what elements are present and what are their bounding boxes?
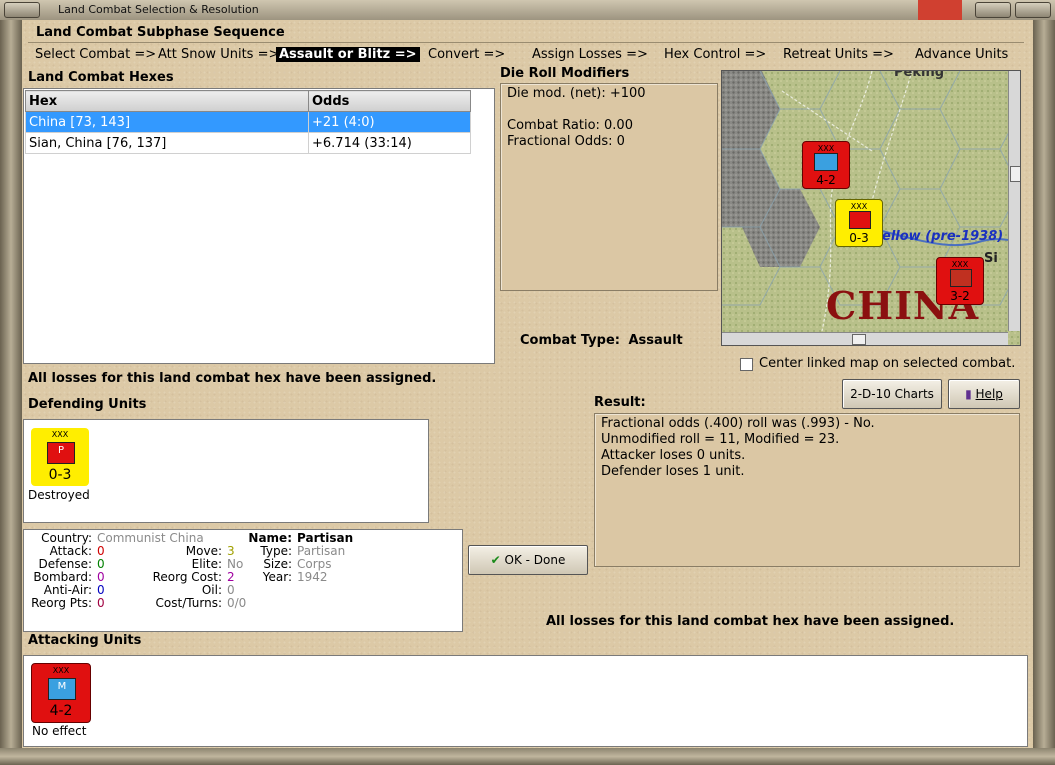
hexes-table: Hex Odds China [73, 143] +21 (4:0) Sian,…: [25, 90, 471, 154]
unit-strength: 4-2: [816, 173, 836, 187]
title-bar[interactable]: Land Combat Selection & Resolution: [0, 0, 1055, 21]
phase-step-convert: Convert =>: [428, 47, 506, 62]
modifiers-heading: Die Roll Modifiers: [500, 66, 630, 81]
checkmark-icon: ✔: [490, 553, 501, 567]
modifier-fractional: Fractional Odds: 0: [507, 134, 625, 149]
cost-turns-value: 0/0: [227, 596, 247, 610]
odds-cell: +6.714 (33:14): [308, 132, 471, 154]
attacking-units-panel: [23, 655, 1028, 747]
linked-map[interactable]: Peking ellow (pre-1938) Si CHINA XXX 4-2…: [721, 70, 1021, 346]
unit-size: XXX: [817, 144, 835, 153]
odds-cell: +21 (4:0): [308, 111, 471, 133]
details-labels-col3: Name: Type: Size: Year:: [240, 532, 292, 584]
river-label: ellow (pre-1938): [882, 229, 1004, 244]
reorg-pts-label: Reorg Pts:: [31, 596, 92, 610]
modifier-ratio: Combat Ratio: 0.00: [507, 118, 633, 133]
defending-unit-counter[interactable]: XXX P 0-3: [31, 428, 89, 486]
phase-step-assign-losses: Assign Losses =>: [532, 47, 648, 62]
unit-type-icon: [950, 269, 972, 287]
combat-type: Combat Type: Assault: [520, 333, 683, 348]
map-city-partial-top: Peking: [894, 70, 945, 80]
defending-heading: Defending Units: [28, 397, 147, 412]
window-frame-right: [1033, 20, 1055, 765]
window-title: Land Combat Selection & Resolution: [58, 3, 259, 16]
help-button-label: Help: [975, 387, 1003, 401]
phase-step-select-combat: Select Combat =>: [35, 47, 157, 62]
center-map-label: Center linked map on selected combat.: [759, 356, 1016, 371]
phase-heading: Land Combat Subphase Sequence: [36, 25, 285, 40]
details-labels-col2: Move: Elite: Reorg Cost: Oil: Cost/Turns…: [140, 545, 222, 610]
hex-cell: Sian, China [76, 137]: [25, 132, 309, 154]
unit-type-icon: [814, 153, 838, 171]
modifiers-text: Die mod. (net): +100 Combat Ratio: 0.00 …: [507, 86, 646, 150]
result-heading: Result:: [594, 395, 646, 410]
combat-type-label: Combat Type:: [520, 333, 620, 348]
unit-size: XXX: [850, 202, 868, 211]
close-button[interactable]: [1015, 2, 1051, 18]
bottom-status-message: All losses for this land combat hex have…: [546, 614, 955, 629]
map-city-partial: Si: [984, 251, 998, 266]
losses-status-message: All losses for this land combat hex have…: [28, 371, 437, 386]
unit-size: XXX: [51, 430, 69, 439]
map-horizontal-scrollbar[interactable]: [722, 332, 1008, 345]
phase-step-hex-control: Hex Control =>: [664, 47, 767, 62]
attacking-heading: Attacking Units: [28, 633, 142, 648]
system-menu-button[interactable]: [4, 2, 40, 18]
window-frame-bottom: [0, 748, 1055, 765]
vertical-scroll-thumb[interactable]: [1010, 166, 1020, 182]
combat-type-value: Assault: [628, 333, 683, 348]
cost-turns-label: Cost/Turns:: [155, 596, 222, 610]
unit-type-icon: [849, 211, 871, 229]
ok-done-label: OK - Done: [504, 553, 566, 567]
hexes-heading: Land Combat Hexes: [28, 70, 174, 85]
phase-step-att-snow: Att Snow Units =>: [158, 47, 280, 62]
flag-icon: [918, 0, 962, 20]
result-line: Unmodified roll = 11, Modified = 23.: [601, 432, 840, 447]
phase-step-assault-active: Assault or Blitz =>: [276, 47, 420, 62]
map-vertical-scrollbar[interactable]: [1008, 71, 1020, 331]
unit-strength: 0-3: [48, 467, 72, 483]
unit-strength: 0-3: [849, 231, 869, 245]
unit-type-icon: P: [47, 442, 75, 464]
phase-step-advance: Advance Units: [915, 47, 1009, 62]
horizontal-scroll-thumb[interactable]: [852, 334, 866, 345]
column-header-odds[interactable]: Odds: [308, 90, 471, 112]
ok-done-button[interactable]: ✔ OK - Done: [468, 545, 588, 575]
result-line: Defender loses 1 unit.: [601, 464, 745, 479]
unit-size: XXX: [951, 260, 969, 269]
attacking-unit-status: No effect: [32, 724, 87, 738]
column-header-hex[interactable]: Hex: [25, 90, 309, 112]
charts-button[interactable]: 2-D-10 Charts: [842, 379, 942, 409]
minimize-button[interactable]: [975, 2, 1011, 18]
map-unit-counter[interactable]: XXX 3-2: [936, 257, 984, 305]
defending-unit-status: Destroyed: [28, 488, 90, 502]
attacking-unit-counter[interactable]: XXX M 4-2: [31, 663, 91, 723]
map-unit-counter[interactable]: XXX 4-2: [802, 141, 850, 189]
help-button[interactable]: ▮ Help: [948, 379, 1020, 409]
table-row[interactable]: Sian, China [76, 137] +6.714 (33:14): [25, 132, 471, 154]
unit-type-icon: M: [48, 678, 76, 700]
center-map-checkbox[interactable]: [740, 358, 753, 371]
unit-strength: 4-2: [49, 703, 73, 719]
map-unit-counter[interactable]: XXX 0-3: [835, 199, 883, 247]
details-values-col3: Partisan Partisan Corps 1942: [297, 532, 353, 584]
year-value: 1942: [297, 570, 328, 584]
phase-step-retreat: Retreat Units =>: [783, 47, 894, 62]
year-label: Year:: [262, 570, 292, 584]
unit-size: XXX: [52, 666, 70, 675]
result-text: Fractional odds (.400) roll was (.993) -…: [601, 416, 875, 480]
unit-type-letter: P: [57, 445, 65, 456]
result-line: Fractional odds (.400) roll was (.993) -…: [601, 416, 875, 431]
details-labels-col1: Country: Attack: Defense: Bombard: Anti-…: [26, 532, 92, 610]
table-row[interactable]: China [73, 143] +21 (4:0): [25, 111, 471, 133]
window-frame-left: [0, 20, 22, 765]
modifier-blank: [507, 102, 646, 118]
unit-strength: 3-2: [950, 289, 970, 303]
modifier-net: Die mod. (net): +100: [507, 86, 646, 101]
hex-cell: China [73, 143]: [25, 111, 309, 133]
book-icon: ▮: [965, 387, 972, 401]
unit-type-letter: M: [57, 681, 67, 692]
result-line: Attacker loses 0 units.: [601, 448, 746, 463]
